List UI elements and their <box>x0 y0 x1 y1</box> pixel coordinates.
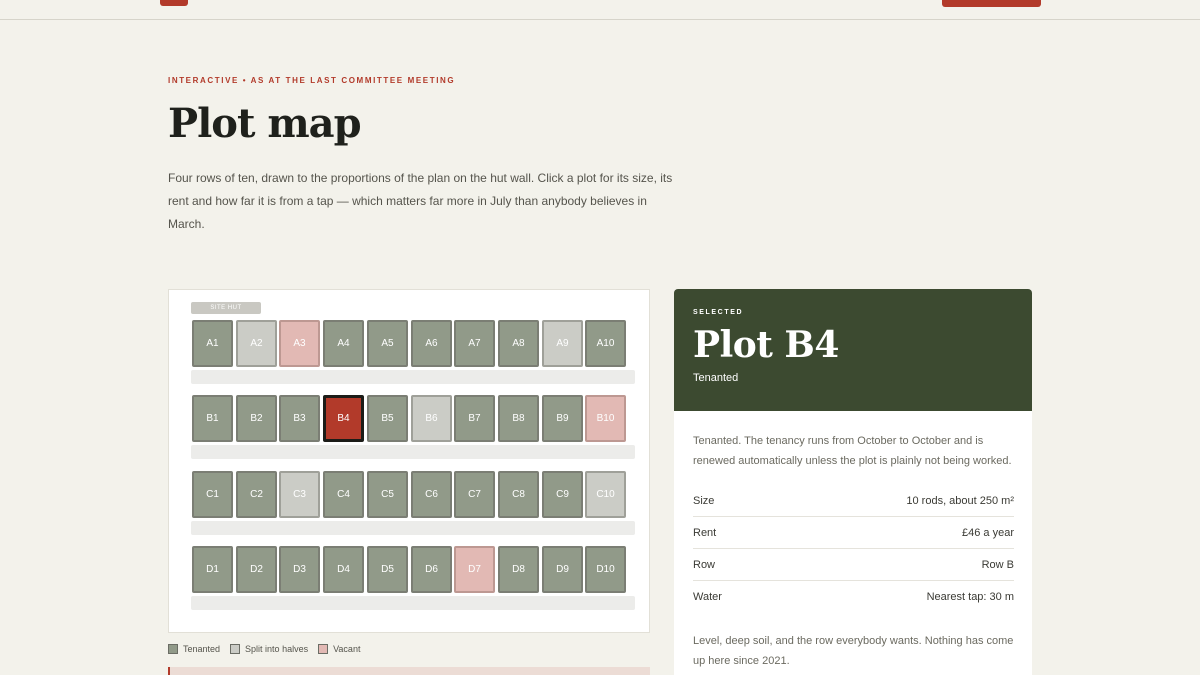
detail-description: Tenanted. The tenancy runs from October … <box>693 435 1012 467</box>
spec-value: Nearest tap: 30 m <box>926 591 1014 603</box>
top-bar <box>0 0 1200 20</box>
row-path <box>191 521 635 535</box>
legend-item-tenanted: Tenanted <box>168 643 220 655</box>
legend-item-vacant: Vacant <box>318 643 360 655</box>
plot-a4[interactable]: A4 <box>323 320 364 367</box>
plot-b3[interactable]: B3 <box>279 395 320 442</box>
plot-d10[interactable]: D10 <box>585 546 626 593</box>
plot-c5[interactable]: C5 <box>367 471 408 518</box>
selected-plot-title: Plot B4 <box>693 324 839 366</box>
detail-note: Level, deep soil, and the row everybody … <box>693 635 1014 667</box>
notice-strip <box>168 667 650 675</box>
plot-d7[interactable]: D7 <box>454 546 495 593</box>
plot-d4[interactable]: D4 <box>323 546 364 593</box>
split-swatch <box>230 644 241 654</box>
plot-d3[interactable]: D3 <box>279 546 320 593</box>
plot-a7[interactable]: A7 <box>454 320 495 367</box>
logo[interactable] <box>160 0 188 6</box>
plot-b1[interactable]: B1 <box>192 395 233 442</box>
plot-c10[interactable]: C10 <box>585 471 626 518</box>
spec-value: £46 a year <box>962 527 1014 539</box>
plot-b6[interactable]: B6 <box>411 395 452 442</box>
plot-d6[interactable]: D6 <box>411 546 452 593</box>
plot-c6[interactable]: C6 <box>411 471 452 518</box>
plot-c1[interactable]: C1 <box>192 471 233 518</box>
plot-b8[interactable]: B8 <box>498 395 539 442</box>
spec-row-row: Row Row B <box>693 549 1014 581</box>
plot-d9[interactable]: D9 <box>542 546 583 593</box>
spec-row-water: Water Nearest tap: 30 m <box>693 581 1014 613</box>
plot-a3[interactable]: A3 <box>279 320 320 367</box>
legend-item-split: Split into halves <box>230 643 308 655</box>
plot-d2[interactable]: D2 <box>236 546 277 593</box>
legend-label: Vacant <box>333 644 361 654</box>
selected-plot-status: Tenanted <box>693 372 739 384</box>
plot-d1[interactable]: D1 <box>192 546 233 593</box>
plot-d5[interactable]: D5 <box>367 546 408 593</box>
plot-row-d: D1 D2 D3 D4 D5 D6 D7 D8 D9 D10 <box>192 546 628 594</box>
plot-c4[interactable]: C4 <box>323 471 364 518</box>
header-cta-button[interactable] <box>942 0 1041 7</box>
plot-c3[interactable]: C3 <box>279 471 320 518</box>
plot-c9[interactable]: C9 <box>542 471 583 518</box>
plot-a8[interactable]: A8 <box>498 320 539 367</box>
spec-value: 10 rods, about 250 m² <box>906 495 1014 507</box>
spec-row-size: Size 10 rods, about 250 m² <box>693 485 1014 517</box>
spec-value: Row B <box>981 559 1014 571</box>
row-path <box>191 596 635 610</box>
legend-label: Tenanted <box>183 644 221 654</box>
legend-label: Split into halves <box>245 644 309 654</box>
detail-header: SELECTED Plot B4 Tenanted <box>674 289 1032 411</box>
plot-a5[interactable]: A5 <box>367 320 408 367</box>
plot-b9[interactable]: B9 <box>542 395 583 442</box>
plot-a6[interactable]: A6 <box>411 320 452 367</box>
spec-label: Water <box>693 591 722 603</box>
spec-list: Size 10 rods, about 250 m² Rent £46 a ye… <box>693 485 1014 613</box>
spec-label: Size <box>693 495 715 507</box>
plot-c7[interactable]: C7 <box>454 471 495 518</box>
detail-body: Tenanted. The tenancy runs from October … <box>674 411 1032 671</box>
plot-b2[interactable]: B2 <box>236 395 277 442</box>
row-path <box>191 445 635 459</box>
plot-a10[interactable]: A10 <box>585 320 626 367</box>
plot-row-b: B1 B2 B3 B4 B5 B6 B7 B8 B9 B10 <box>192 395 628 443</box>
selected-label: SELECTED <box>693 309 744 316</box>
plot-b7[interactable]: B7 <box>454 395 495 442</box>
intro-text: Four rows of ten, drawn to the proportio… <box>168 171 673 231</box>
plot-b5[interactable]: B5 <box>367 395 408 442</box>
eyebrow: INTERACTIVE • AS AT THE LAST COMMITTEE M… <box>168 76 456 85</box>
plot-a1[interactable]: A1 <box>192 320 233 367</box>
plot-a9[interactable]: A9 <box>542 320 583 367</box>
plot-row-a: A1 A2 A3 A4 A5 A6 A7 A8 A9 A10 <box>192 320 628 368</box>
spec-label: Row <box>693 559 716 571</box>
plot-c2[interactable]: C2 <box>236 471 277 518</box>
plot-detail-panel: SELECTED Plot B4 Tenanted Tenanted. The … <box>674 289 1032 675</box>
plot-b10[interactable]: B10 <box>585 395 626 442</box>
plot-row-c: C1 C2 C3 C4 C5 C6 C7 C8 C9 C10 <box>192 471 628 519</box>
plot-b4[interactable]: B4 <box>323 395 364 442</box>
plot-a2[interactable]: A2 <box>236 320 277 367</box>
site-hut-label: SITE HUT <box>191 302 261 314</box>
tenanted-swatch <box>168 644 178 654</box>
plot-d8[interactable]: D8 <box>498 546 539 593</box>
page-title: Plot map <box>168 100 362 147</box>
vacant-swatch <box>318 644 329 654</box>
spec-label: Rent <box>693 527 717 539</box>
map-legend: Tenanted Split into halves Vacant <box>168 643 360 655</box>
spec-row-rent: Rent £46 a year <box>693 517 1014 549</box>
row-path <box>191 370 635 384</box>
plot-c8[interactable]: C8 <box>498 471 539 518</box>
plot-map: SITE HUT A1 A2 A3 A4 A5 A6 A7 A8 A9 A10 B1 B2 B3 B4 B5… <box>168 289 650 633</box>
